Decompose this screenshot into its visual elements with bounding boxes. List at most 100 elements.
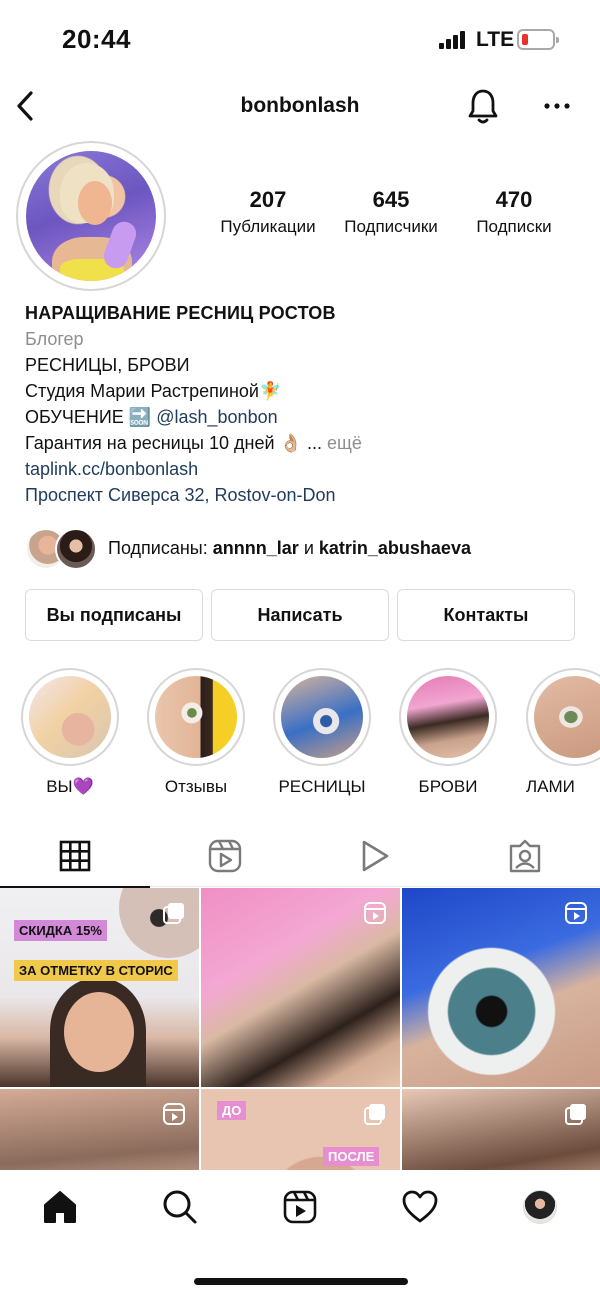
stat-posts-label: Публикации	[220, 217, 316, 236]
profile-header: bonbonlash	[0, 80, 600, 134]
profile-bio: НАРАЩИВАНИЕ РЕСНИЦ РОСТОВ Блогер РЕСНИЦЫ…	[25, 300, 585, 508]
bottom-nav	[0, 1170, 600, 1297]
followed-by-prefix: Подписаны:	[108, 538, 208, 558]
nav-search[interactable]	[150, 1185, 210, 1229]
home-indicator	[194, 1278, 408, 1285]
after-label: ПОСЛЕ	[323, 1147, 380, 1166]
grid-post[interactable]	[402, 888, 600, 1087]
highlight-item[interactable]: ВЫ💜	[20, 668, 120, 797]
message-button[interactable]: Написать	[211, 589, 389, 641]
profile-category: Блогер	[25, 329, 84, 349]
carousel-icon	[565, 1104, 586, 1125]
posts-grid: СКИДКА 15% ЗА ОТМЕТКУ В СТОРИС ДО ПОСЛЕ	[0, 888, 600, 1170]
signal-icon	[439, 31, 467, 49]
reels-icon	[163, 1103, 185, 1125]
tab-video[interactable]	[300, 825, 450, 887]
highlight-item[interactable]: ЛАМИ	[526, 668, 600, 797]
carousel-icon	[163, 903, 184, 924]
bio-line-3-text: ОБУЧЕНИЕ	[25, 407, 124, 427]
grid-post[interactable]	[0, 1089, 199, 1170]
highlight-ring	[273, 668, 371, 766]
highlight-ring	[399, 668, 497, 766]
highlight-label: БРОВИ	[418, 777, 478, 796]
page-title: bonbonlash	[240, 94, 360, 117]
grid-post[interactable]: СКИДКА 15% ЗА ОТМЕТКУ В СТОРИС	[0, 888, 199, 1087]
bio-line-4-text: Гарантия на ресницы 10 дней	[25, 433, 275, 453]
tab-grid[interactable]	[0, 825, 150, 888]
tab-tagged[interactable]	[450, 825, 600, 887]
highlight-label: Отзывы	[164, 777, 228, 796]
heart-icon	[402, 1190, 438, 1223]
website-link[interactable]: taplink.cc/bonbonlash	[25, 456, 585, 482]
stat-posts[interactable]: 207 Публикации	[198, 187, 338, 237]
contacts-button[interactable]: Контакты	[397, 589, 575, 641]
followed-by-conj: и	[303, 538, 314, 558]
bell-icon[interactable]	[466, 86, 500, 126]
carousel-icon	[364, 1104, 385, 1125]
stat-followers-value: 645	[372, 187, 410, 212]
promo-label: СКИДКА 15%	[14, 920, 107, 941]
search-icon	[163, 1190, 197, 1224]
follower-name-1: annnn_lar	[212, 538, 299, 558]
reels-icon	[565, 902, 587, 924]
bio-line-3: ОБУЧЕНИЕ 🔜 @lash_bonbon	[25, 404, 585, 430]
highlight-item[interactable]: Отзывы	[146, 668, 246, 797]
highlight-label: ВЫ💜	[46, 777, 94, 796]
status-bar: 20:44 LTE	[0, 0, 600, 80]
mention-link[interactable]: @lash_bonbon	[156, 407, 277, 427]
nav-activity[interactable]	[390, 1185, 450, 1229]
profile-name: НАРАЩИВАНИЕ РЕСНИЦ РОСТОВ	[25, 303, 336, 323]
avatar-image	[26, 151, 156, 281]
stat-followers[interactable]: 645 Подписчики	[321, 187, 461, 237]
bio-line-2: Студия Марии Растрепиной🧚	[25, 378, 585, 404]
grid-icon	[59, 840, 91, 871]
address-link[interactable]: Проспект Сиверса 32, Rostov-on-Don	[25, 482, 585, 508]
stat-posts-value: 207	[249, 187, 287, 212]
nav-profile[interactable]	[510, 1185, 570, 1229]
highlight-ring	[147, 668, 245, 766]
follower-name-2: katrin_abushaeva	[318, 538, 471, 558]
home-icon	[44, 1191, 76, 1223]
video-icon	[362, 840, 389, 872]
tab-reels[interactable]	[150, 825, 300, 887]
follower-avatar-2	[55, 528, 97, 570]
reels-icon	[364, 902, 386, 924]
soon-arrow-icon: 🔜	[128, 407, 152, 427]
following-button[interactable]: Вы подписаны	[25, 589, 203, 641]
promo-label: ЗА ОТМЕТКУ В СТОРИС	[14, 960, 178, 981]
highlight-item[interactable]: БРОВИ	[398, 668, 498, 797]
highlight-label: ЛАМИ	[526, 777, 575, 796]
more-icon[interactable]	[541, 92, 573, 120]
profile-avatar[interactable]	[16, 141, 166, 291]
nav-home[interactable]	[30, 1185, 90, 1229]
nav-reels[interactable]	[270, 1185, 330, 1229]
bio-line-1: РЕСНИЦЫ, БРОВИ	[25, 355, 190, 375]
stat-following-label: Подписки	[476, 217, 552, 236]
grid-post[interactable]: ДО ПОСЛЕ	[201, 1089, 400, 1170]
highlight-item[interactable]: РЕСНИЦЫ	[272, 668, 372, 797]
highlight-ring	[526, 668, 600, 766]
grid-post[interactable]	[402, 1089, 600, 1170]
tagged-icon	[509, 839, 541, 873]
stat-following[interactable]: 470 Подписки	[444, 187, 584, 237]
network-label: LTE	[476, 28, 515, 51]
grid-post[interactable]	[201, 888, 400, 1087]
bio-line-4: Гарантия на ресницы 10 дней 👌🏼 ... ещё	[25, 430, 585, 456]
followed-by-text: Подписаны: annnn_lar и katrin_abushaeva	[108, 538, 471, 559]
followed-by[interactable]: Подписаны: annnn_lar и katrin_abushaeva	[25, 527, 585, 573]
fairy-emoji-icon: 🧚	[258, 381, 282, 401]
ok-hand-icon: 👌🏼	[279, 433, 302, 453]
content-tabs	[0, 825, 600, 888]
bio-more-link[interactable]: ещё	[327, 433, 362, 453]
status-time: 20:44	[62, 24, 131, 54]
bio-line-2-text: Студия Марии Растрепиной	[25, 381, 259, 401]
stat-following-value: 470	[495, 187, 533, 212]
highlight-ring	[21, 668, 119, 766]
bio-ellipsis: ...	[306, 433, 322, 453]
highlight-label: РЕСНИЦЫ	[278, 777, 366, 796]
back-icon[interactable]	[12, 88, 38, 124]
before-label: ДО	[217, 1101, 247, 1120]
stat-followers-label: Подписчики	[344, 217, 438, 236]
battery-icon	[517, 29, 559, 50]
profile-avatar	[523, 1190, 557, 1224]
